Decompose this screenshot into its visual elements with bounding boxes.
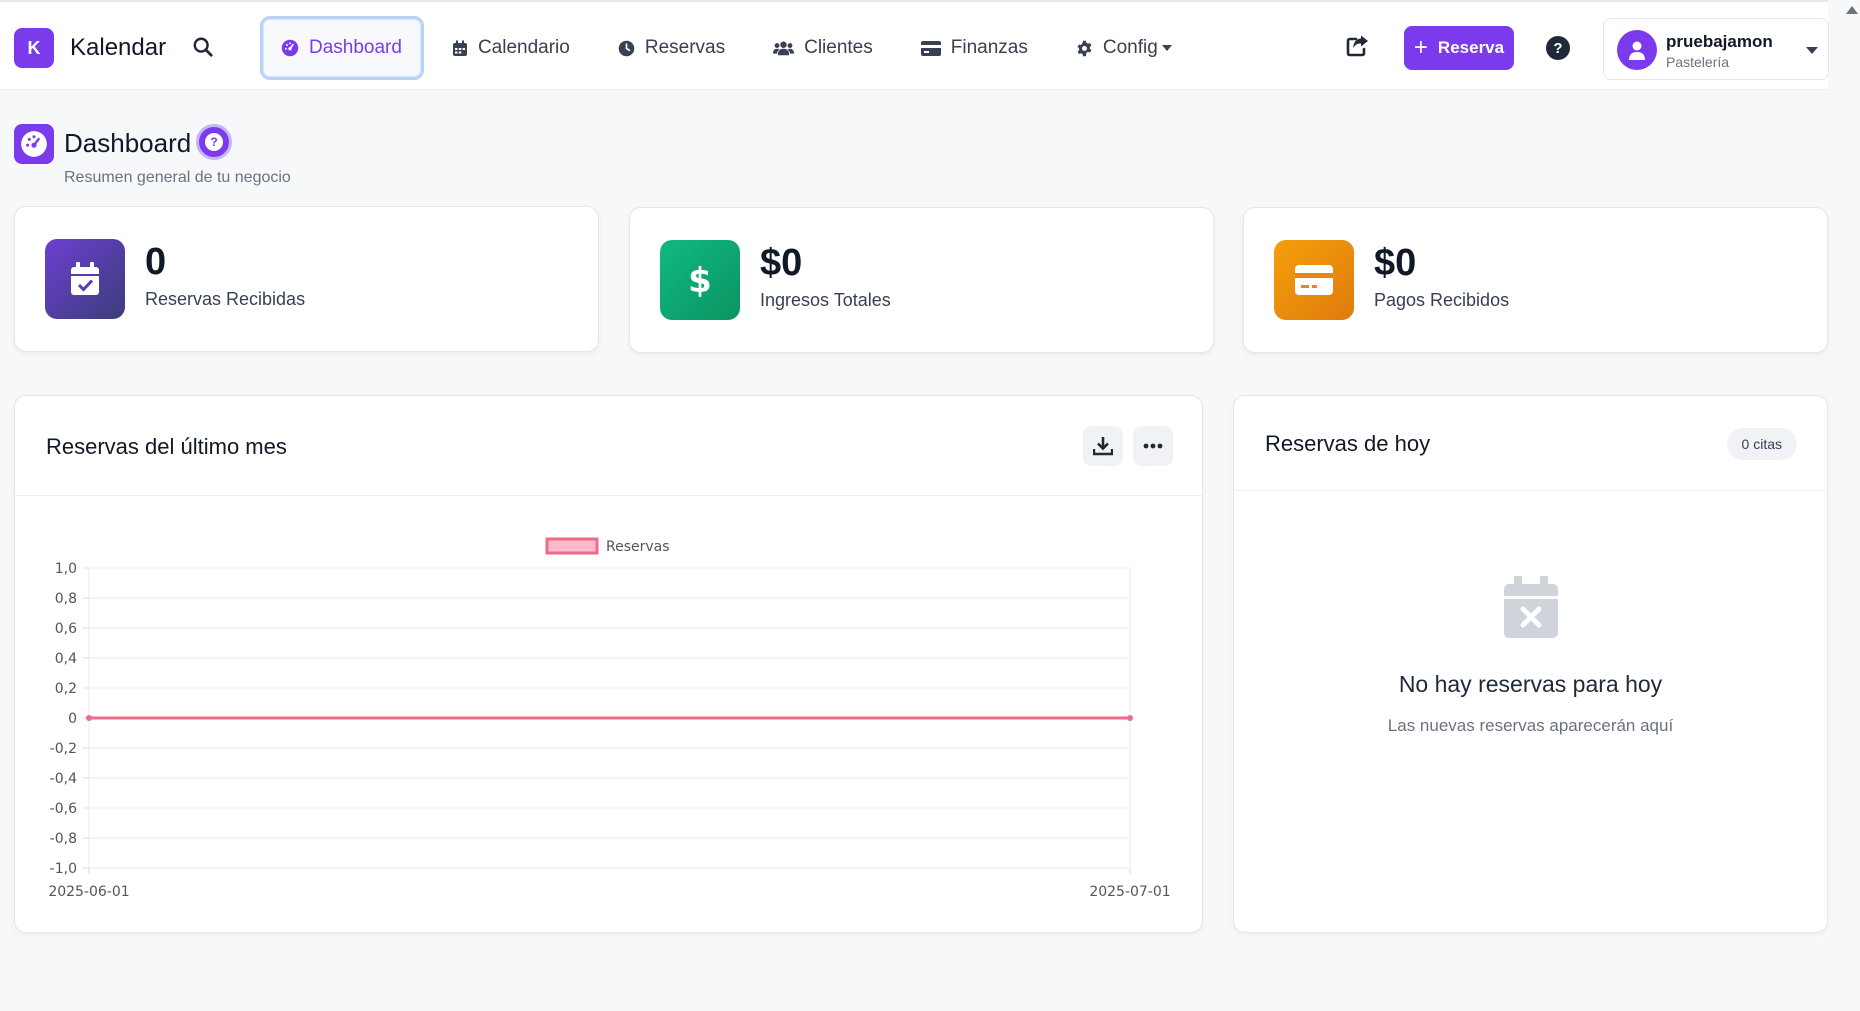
y-tick-label: -0,2 bbox=[50, 741, 77, 757]
stat-card-reservas: 0 Reservas Recibidas bbox=[14, 206, 599, 352]
empty-state-title: No hay reservas para hoy bbox=[1398, 671, 1663, 697]
user-icon bbox=[1629, 41, 1645, 60]
stat-card-ingresos: $ $0 Ingresos Totales bbox=[629, 207, 1214, 353]
main-nav: Dashboard Calendario Reservas Clientes F… bbox=[260, 16, 1200, 80]
page-help-button[interactable]: ? bbox=[196, 124, 232, 160]
y-tick-label: 0,6 bbox=[55, 621, 77, 637]
user-name: pruebajamon bbox=[1666, 32, 1773, 51]
legend-label: Reservas bbox=[606, 539, 670, 555]
stat-label: Reservas Recibidas bbox=[145, 289, 306, 309]
user-menu[interactable]: pruebajamon Pastelería bbox=[1603, 18, 1829, 80]
data-point bbox=[1127, 715, 1133, 721]
reservas-line-chart: 1,0 0,8 0,6 0,4 0,2 0 -0,2 -0,4 -0,6 -0,8 -1,0 2025… bbox=[48, 537, 1171, 900]
page-subtitle: Resumen general de tu negocio bbox=[64, 169, 291, 186]
brand-name: Kalendar bbox=[70, 34, 167, 61]
chevron-down-icon bbox=[1161, 45, 1172, 51]
y-tick-label: -0,8 bbox=[50, 831, 77, 847]
legend-swatch bbox=[545, 537, 599, 555]
y-tick-label: 0 bbox=[68, 711, 77, 727]
user-business: Pastelería bbox=[1666, 54, 1730, 70]
clock-icon bbox=[618, 40, 635, 56]
nav-config-label: Config bbox=[1102, 37, 1158, 58]
stat-label: Ingresos Totales bbox=[760, 290, 891, 310]
dollar-icon: $ bbox=[660, 240, 740, 320]
today-card-header: Reservas de hoy 0 citas bbox=[1234, 396, 1827, 491]
gauge-icon bbox=[14, 124, 54, 164]
top-navbar: K Kalendar Dashboard Calendario Reservas… bbox=[0, 0, 1829, 90]
search-icon[interactable] bbox=[192, 36, 218, 62]
new-reserva-label: Reserva bbox=[1437, 38, 1505, 57]
brand-logo: K bbox=[14, 28, 54, 68]
reservas-chart-card: Reservas del último mes 1,0 0,8 0,6 0,4 0,2 0… bbox=[14, 395, 1203, 933]
nav-clientes-label: Clientes bbox=[804, 37, 873, 58]
y-tick-label: 1,0 bbox=[55, 561, 77, 577]
nav-reservas-label: Reservas bbox=[644, 37, 726, 58]
stat-label: Pagos Recibidos bbox=[1374, 290, 1510, 310]
nav-calendario-label: Calendario bbox=[477, 37, 570, 58]
nav-finanzas[interactable]: Finanzas bbox=[901, 16, 1048, 80]
y-tick-label: 0,8 bbox=[55, 591, 77, 607]
calendar-x-icon bbox=[1504, 576, 1558, 638]
nav-dashboard-label: Dashboard bbox=[309, 37, 402, 58]
data-point bbox=[86, 715, 92, 721]
today-reservas-card: Reservas de hoy 0 citas No hay reservas … bbox=[1233, 395, 1828, 933]
x-tick-label: 2025-07-01 bbox=[1089, 884, 1170, 900]
gauge-icon bbox=[281, 39, 299, 57]
y-tick-label: -0,6 bbox=[50, 801, 77, 817]
citas-count-badge: 0 citas bbox=[1726, 428, 1797, 460]
stat-value: 0 bbox=[145, 241, 167, 283]
brand[interactable]: K Kalendar bbox=[14, 28, 166, 68]
credit-card-icon bbox=[920, 40, 941, 56]
y-tick-label: 0,2 bbox=[55, 681, 77, 697]
nav-finanzas-label: Finanzas bbox=[950, 37, 1028, 58]
credit-card-icon bbox=[1274, 240, 1354, 320]
scroll-up-arrow-icon[interactable] bbox=[1846, 6, 1858, 14]
page-title: Dashboard bbox=[64, 128, 192, 158]
y-tick-label: 0,4 bbox=[55, 651, 77, 667]
nav-config[interactable]: Config bbox=[1056, 16, 1192, 80]
nav-clientes[interactable]: Clientes bbox=[753, 16, 893, 80]
nav-calendario[interactable]: Calendario bbox=[432, 16, 590, 80]
share-icon[interactable] bbox=[1346, 35, 1372, 61]
help-icon: ? bbox=[205, 133, 223, 151]
y-tick-label: -0,4 bbox=[50, 771, 77, 787]
avatar bbox=[1617, 30, 1657, 70]
new-reserva-button[interactable]: + Reserva bbox=[1404, 26, 1514, 70]
stat-value: $0 bbox=[1374, 242, 1417, 284]
empty-state-subtitle: Las nuevas reservas aparecerán aquí bbox=[1387, 716, 1674, 735]
stat-card-pagos: $0 Pagos Recibidos bbox=[1243, 207, 1828, 353]
today-title: Reservas de hoy bbox=[1265, 431, 1431, 456]
calendar-check-icon bbox=[45, 239, 125, 319]
nav-reservas[interactable]: Reservas bbox=[598, 16, 745, 80]
calendar-icon bbox=[452, 40, 467, 56]
nav-dashboard[interactable]: Dashboard bbox=[260, 16, 424, 80]
help-icon[interactable]: ? bbox=[1546, 36, 1570, 60]
y-tick-label: -1,0 bbox=[50, 861, 77, 877]
x-tick-label: 2025-06-01 bbox=[48, 884, 129, 900]
stat-value: $0 bbox=[760, 242, 803, 284]
chevron-down-icon bbox=[1806, 47, 1818, 54]
svg-text:$: $ bbox=[688, 261, 712, 299]
users-icon bbox=[773, 41, 795, 56]
plus-icon: + bbox=[1413, 34, 1428, 61]
gear-icon bbox=[1077, 40, 1092, 56]
